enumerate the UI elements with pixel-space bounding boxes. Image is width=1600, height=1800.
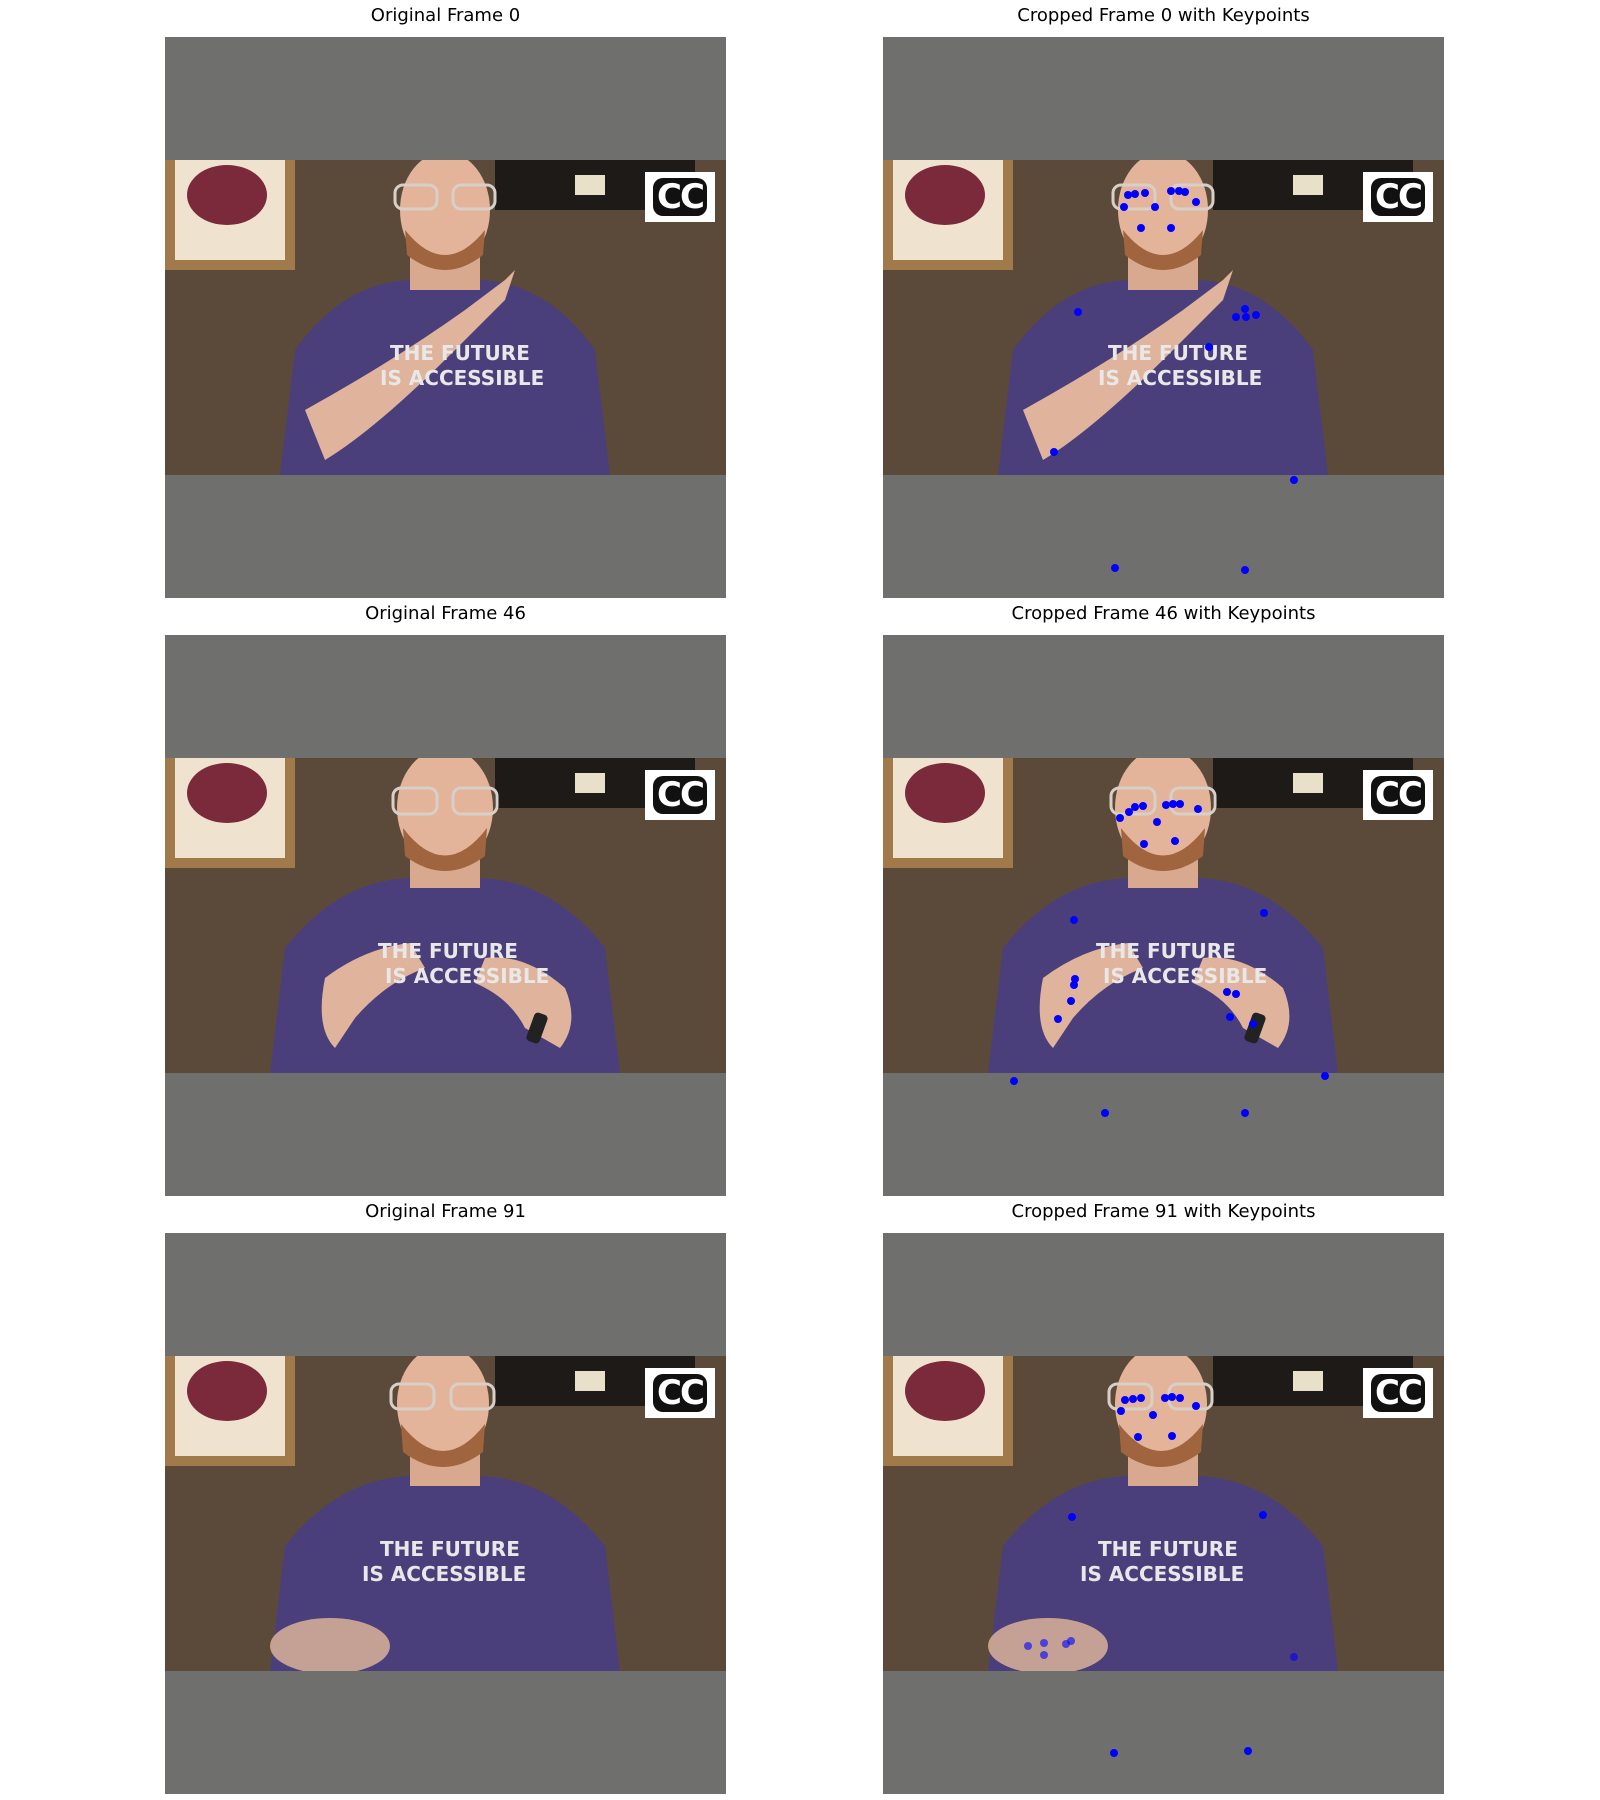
keypoint [1176, 800, 1184, 808]
keypoint [1259, 1511, 1267, 1519]
scene-illustration: THE FUTURE IS ACCESSIBLE [165, 1356, 726, 1671]
keypoint [1151, 203, 1159, 211]
keypoint [1290, 476, 1298, 484]
keypoint [1040, 1639, 1048, 1647]
frame-image: THE FUTURE IS ACCESSIBLE CC [883, 37, 1444, 598]
keypoint [1110, 1749, 1118, 1757]
keypoint [1194, 805, 1202, 813]
keypoint [1129, 1395, 1137, 1403]
keypoint [1181, 188, 1189, 196]
keypoint [1249, 1020, 1257, 1028]
keypoint [1167, 187, 1175, 195]
keypoint [1176, 1394, 1184, 1402]
keypoint [1241, 566, 1249, 574]
keypoint [1101, 1109, 1109, 1117]
video-still: THE FUTURE IS ACCESSIBLE CC [165, 160, 726, 475]
keypoint [1024, 1642, 1032, 1650]
keypoint [1192, 1402, 1200, 1410]
keypoint [1242, 313, 1250, 321]
keypoint [1168, 1393, 1176, 1401]
keypoint [1162, 801, 1170, 809]
keypoint [1321, 1072, 1329, 1080]
keypoint [1067, 997, 1075, 1005]
keypoint [1149, 1411, 1157, 1419]
keypoint [1232, 990, 1240, 998]
frame-image: THE FUTURE IS ACCESSIBLE CC [883, 635, 1444, 1196]
panel-title: Cropped Frame 46 with Keypoints [1011, 603, 1316, 624]
scene-illustration: THE FUTURE IS ACCESSIBLE [165, 758, 726, 1073]
keypoint [1040, 1651, 1048, 1659]
keypoints-overlay [1010, 800, 1329, 1117]
keypoint [1153, 818, 1161, 826]
frame-image: THE FUTURE IS ACCESSIBLE CC [883, 1233, 1444, 1794]
panel-title: Cropped Frame 0 with Keypoints [1017, 5, 1310, 26]
frame-image: THE FUTURE IS ACCESSIBLE CC [165, 1233, 726, 1794]
keypoint [1223, 988, 1231, 996]
keypoint [1131, 190, 1139, 198]
keypoint [1252, 311, 1260, 319]
shirt-text-line2: IS ACCESSIBLE [380, 366, 544, 390]
keypoint [1161, 1394, 1169, 1402]
keypoint [1134, 1433, 1142, 1441]
closed-captions-icon: CC [645, 172, 715, 222]
panel-title: Original Frame 91 [365, 1201, 526, 1222]
keypoint [1167, 224, 1175, 232]
keypoint [1054, 1015, 1062, 1023]
keypoint [1169, 800, 1177, 808]
keypoint [1260, 909, 1268, 917]
closed-captions-icon: CC [645, 770, 715, 820]
shirt-text-line2: IS ACCESSIBLE [362, 1562, 526, 1586]
shirt-text-line2: IS ACCESSIBLE [385, 964, 549, 988]
keypoint [1074, 308, 1082, 316]
keypoint [1241, 305, 1249, 313]
keypoint [1070, 981, 1078, 989]
frame-image: THE FUTURE IS ACCESSIBLE CC [165, 635, 726, 1196]
panel-title: Cropped Frame 91 with Keypoints [1011, 1201, 1316, 1222]
frame-image: THE FUTURE IS ACCESSIBLE CC [165, 37, 726, 598]
closed-captions-icon: CC [645, 1368, 715, 1418]
panel-title: Original Frame 46 [365, 603, 526, 624]
keypoint [1232, 313, 1240, 321]
keypoint [1168, 1432, 1176, 1440]
keypoint [1226, 1013, 1234, 1021]
keypoint [1068, 1513, 1076, 1521]
keypoint [1010, 1077, 1018, 1085]
panel-title: Original Frame 0 [370, 5, 521, 26]
keypoints-overlay [1050, 187, 1298, 574]
shirt-text-line1: THE FUTURE [378, 939, 518, 963]
keypoint [1121, 1396, 1129, 1404]
keypoints-overlay [1024, 1393, 1298, 1757]
keypoint [1070, 916, 1078, 924]
keypoint [1124, 191, 1132, 199]
keypoint [1131, 803, 1139, 811]
video-still: THE FUTURE IS ACCESSIBLE CC [165, 1356, 726, 1671]
shirt-text-line1: THE FUTURE [380, 1537, 520, 1561]
keypoint [1117, 1407, 1125, 1415]
keypoint [1137, 224, 1145, 232]
keypoint [1140, 840, 1148, 848]
keypoint [1244, 1747, 1252, 1755]
keypoint [1050, 448, 1058, 456]
keypoint [1139, 802, 1147, 810]
keypoint [1067, 1637, 1075, 1645]
scene-illustration: THE FUTURE IS ACCESSIBLE [165, 160, 726, 475]
keypoint [1141, 189, 1149, 197]
keypoint [1241, 1109, 1249, 1117]
keypoint [1192, 198, 1200, 206]
keypoint [1205, 343, 1213, 351]
shirt-text-line1: THE FUTURE [390, 341, 530, 365]
video-still: THE FUTURE IS ACCESSIBLE CC [165, 758, 726, 1073]
keypoint [1290, 1653, 1298, 1661]
keypoint [1111, 564, 1119, 572]
keypoint [1116, 814, 1124, 822]
keypoint [1171, 837, 1179, 845]
keypoint [1137, 1394, 1145, 1402]
keypoint [1120, 203, 1128, 211]
